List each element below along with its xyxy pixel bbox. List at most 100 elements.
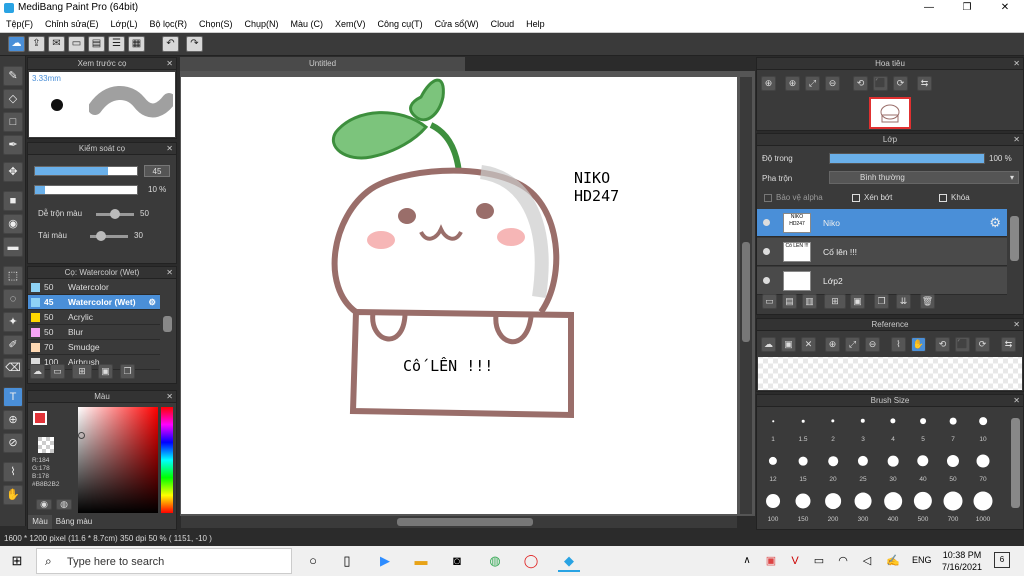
close-button[interactable]: ✕ [986, 0, 1024, 16]
search-box[interactable]: ⌕ Type here to search [36, 548, 292, 574]
fill-rect-tool-icon[interactable]: ■ [3, 191, 23, 211]
navigator-thumbnail[interactable] [869, 97, 911, 129]
panel-close-icon[interactable]: ✕ [166, 143, 173, 155]
layer-row[interactable]: Cố LÊN !!! Cố lên !!! [757, 238, 1007, 266]
brush-tool-icon[interactable]: ✎ [3, 66, 23, 86]
brush-add-icon[interactable]: ⊞ [72, 364, 92, 379]
file-explorer-icon[interactable]: ▬ [410, 550, 432, 572]
cortana-icon[interactable]: ○ [302, 550, 324, 572]
brush-size-value[interactable]: 45 [144, 165, 170, 177]
brush-opacity-slider[interactable] [34, 185, 138, 195]
pen-tool-icon[interactable]: ✒ [3, 135, 23, 155]
tab-palette[interactable]: Bảng màu [54, 515, 94, 529]
protect-alpha-checkbox[interactable] [764, 194, 772, 202]
brush-size-cell[interactable]: 1 [758, 407, 788, 445]
merge-layer-icon[interactable]: ⇊ [896, 294, 911, 309]
brush-size-cell[interactable]: 1000 [968, 487, 998, 525]
hand-tool-icon[interactable]: ✋ [3, 485, 23, 505]
brush-folder-icon[interactable]: ▣ [98, 364, 113, 379]
task-view-icon[interactable]: ▯ [336, 550, 358, 572]
layer-row[interactable]: Lớp2 [757, 267, 1007, 295]
menu-help[interactable]: Help [526, 19, 545, 29]
clock[interactable]: 10:38 PM 7/16/2021 [938, 549, 986, 573]
ref-cloud-icon[interactable]: ☁ [761, 337, 776, 352]
select-pen-icon[interactable]: ✐ [3, 335, 23, 355]
eye-icon[interactable] [763, 277, 770, 284]
new-8bit-layer-icon[interactable]: ▥ [802, 294, 817, 309]
brush-list-item[interactable]: 50 Blur [28, 325, 160, 340]
hue-slider[interactable] [161, 407, 173, 513]
opera-icon[interactable]: ◯ [520, 550, 542, 572]
canvas-hscrollbar[interactable] [181, 516, 737, 528]
page-icon[interactable]: ▭ [68, 36, 85, 52]
move-tool-icon[interactable]: ✥ [3, 162, 23, 182]
medibang-taskbar-icon[interactable]: ◆ [558, 550, 580, 572]
magic-wand-icon[interactable]: ✦ [3, 312, 23, 332]
brush-size-cell[interactable]: 1.5 [788, 407, 818, 445]
lock-checkbox[interactable] [939, 194, 947, 202]
zoom-app-icon[interactable]: ▶ [374, 550, 396, 572]
delete-layer-icon[interactable]: 🗑 [920, 294, 935, 309]
menu-cloud[interactable]: Cloud [491, 19, 515, 29]
reload-slider[interactable] [90, 231, 128, 241]
menu-select[interactable]: Chọn(S) [199, 19, 233, 29]
canvas-vscrollbar[interactable] [740, 77, 752, 514]
minimize-button[interactable]: — [910, 0, 948, 16]
undo-icon[interactable]: ↶ [162, 36, 179, 52]
eyedropper-tool-icon[interactable]: ⌇ [3, 462, 23, 482]
color-pick-icon[interactable]: ◍ [56, 499, 72, 510]
add-layer-menu-icon[interactable]: ⊞ [824, 294, 846, 309]
gradient-tool-icon[interactable]: ▬ [3, 237, 23, 257]
panel-close-icon[interactable]: ✕ [166, 391, 173, 403]
brush-list-item[interactable]: 50 Watercolor [28, 280, 160, 295]
panel-close-icon[interactable]: ✕ [1013, 395, 1020, 407]
blend-slider[interactable] [96, 209, 134, 219]
ref-reset-icon[interactable]: ⬛ [955, 337, 970, 352]
brush-size-cell[interactable]: 150 [788, 487, 818, 525]
menu-edit[interactable]: Chỉnh sửa(E) [45, 19, 99, 29]
drawing-canvas[interactable]: NIKO HD247 Cố LÊN !!! [181, 77, 737, 514]
brush-size-cell[interactable]: 200 [818, 487, 848, 525]
panel-close-icon[interactable]: ✕ [166, 267, 173, 279]
brush-size-cell[interactable]: 300 [848, 487, 878, 525]
canvas-tab[interactable]: Untitled [180, 57, 465, 71]
tray-chevron-icon[interactable]: ∧ [736, 550, 758, 572]
shape-tool-icon[interactable]: □ [3, 112, 23, 132]
lasso-icon[interactable]: ◌ [3, 289, 23, 309]
brush-size-cell[interactable]: 500 [908, 487, 938, 525]
panel-close-icon[interactable]: ✕ [1013, 58, 1020, 70]
language-indicator[interactable]: ENG [912, 555, 932, 565]
brush-size-cell[interactable]: 50 [938, 447, 968, 485]
ref-open-icon[interactable]: ▣ [781, 337, 796, 352]
document-icon[interactable]: ▤ [88, 36, 105, 52]
brush-size-cell[interactable]: 12 [758, 447, 788, 485]
duplicate-layer-icon[interactable]: ❐ [874, 294, 889, 309]
menu-window[interactable]: Cửa sổ(W) [435, 19, 479, 29]
brush-size-cell[interactable]: 70 [968, 447, 998, 485]
ref-fit-icon[interactable]: ⤢ [845, 337, 860, 352]
brush-size-cell[interactable]: 4 [878, 407, 908, 445]
ref-close-icon[interactable]: ✕ [801, 337, 816, 352]
panel-close-icon[interactable]: ✕ [166, 58, 173, 70]
brush-new-icon[interactable]: ▭ [50, 364, 65, 379]
comment-icon[interactable]: ✉ [48, 36, 65, 52]
brush-size-cell[interactable]: 25 [848, 447, 878, 485]
brush-list-item[interactable]: 45 Watercolor (Wet) ⚙ [28, 295, 160, 310]
layer-blend-select[interactable]: Bình thường ▾ [829, 171, 1019, 184]
reset-view-icon[interactable]: ⬛ [873, 76, 888, 91]
brush-list-item[interactable]: 70 Smudge [28, 340, 160, 355]
camera-app-icon[interactable]: ◙ [446, 550, 468, 572]
menu-view[interactable]: Xem(V) [335, 19, 366, 29]
brush-list-item[interactable]: 50 Acrylic [28, 310, 160, 325]
secondary-color-swatch[interactable] [38, 437, 54, 453]
ref-rotate-right-icon[interactable]: ⟳ [975, 337, 990, 352]
gear-icon[interactable]: ⚙ [148, 295, 156, 310]
ref-zoom-in-icon[interactable]: ⊕ [825, 337, 840, 352]
zoom-out-nav-icon[interactable]: ⊖ [825, 76, 840, 91]
upload-icon[interactable]: ⇪ [28, 36, 45, 52]
grid-icon[interactable]: ▦ [128, 36, 145, 52]
select-rect-icon[interactable]: ⬚ [3, 266, 23, 286]
brush-size-cell[interactable]: 30 [878, 447, 908, 485]
eye-icon[interactable] [763, 219, 770, 226]
layer-row[interactable]: NIKO HD247 Niko ⚙ [757, 209, 1007, 237]
